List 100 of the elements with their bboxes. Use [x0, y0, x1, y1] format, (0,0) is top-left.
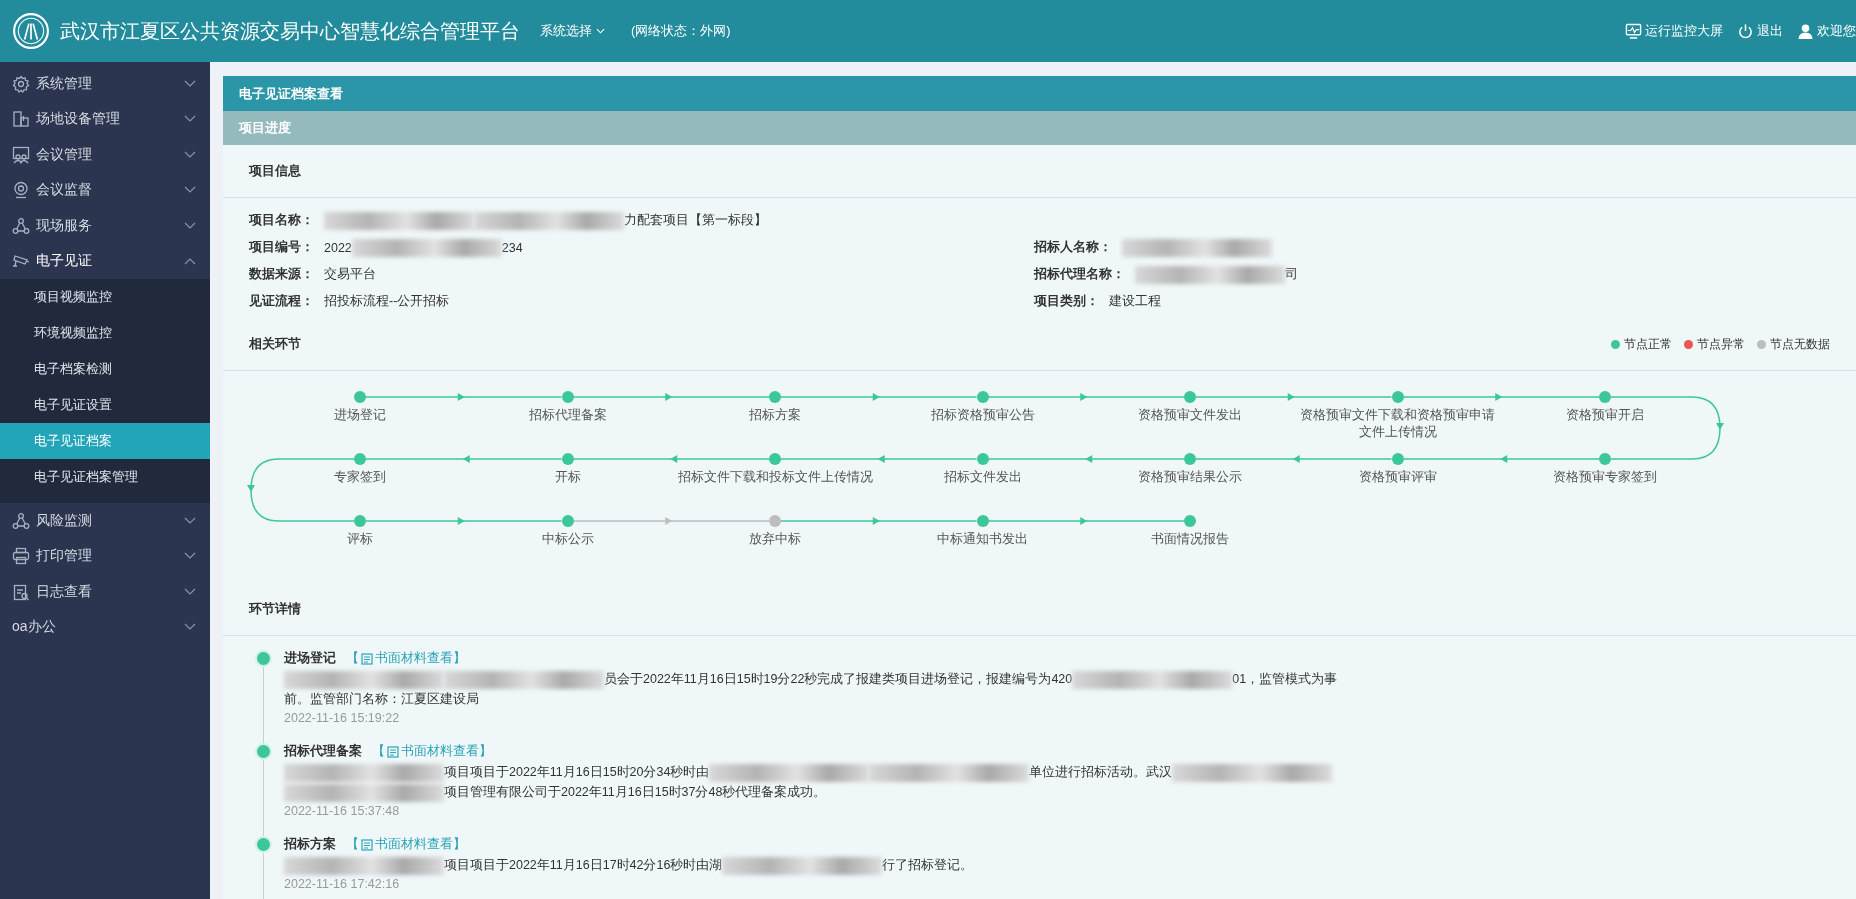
entry-text: 项目项目于2022年11月16日15时20分34秒时由 单位进行招标活动。武汉 项目管理有限公司于2022年11月16日15时37分48秒代理备案成功。 [284, 762, 1354, 802]
sidebar-item[interactable]: oa办公 [0, 609, 210, 645]
clipboard-icon [12, 582, 30, 601]
monitor-screen-button[interactable]: 运行监控大屏 [1625, 22, 1723, 40]
step-label: 招标资格预审公告 [929, 407, 1036, 424]
entry-title: 进场登记 [284, 650, 336, 667]
entry-text: 员会于2022年11月16日15时19分22秒完成了报建类项目进场登记，报建编号为420 01，监管模式为事前。监管部门名称：江夏区建设局 [284, 669, 1339, 708]
sidebar-subitem[interactable]: 电子档案检测 [0, 351, 210, 387]
sidebar-item[interactable]: 场地设备管理 [0, 101, 210, 137]
timeline-dot [257, 838, 270, 851]
user-icon [1797, 22, 1814, 40]
sidebar-item[interactable]: 风险监测 [0, 503, 210, 539]
step-label: 书面情况报告 [1150, 531, 1230, 548]
step-label: 招标代理备案 [527, 407, 608, 424]
logout-button[interactable]: 退出 [1737, 22, 1783, 40]
entry-text: 项目项目于2022年11月16日17时42分16秒时由湖 行了招标登记。 [284, 855, 1354, 875]
step-node[interactable] [561, 515, 574, 527]
field-value: 招投标流程--公开招标 [324, 293, 450, 310]
meeting-icon [12, 145, 30, 164]
step-label: 资格预审文件发出 [1137, 407, 1243, 424]
step-label: 中标公示 [540, 531, 595, 548]
step-node[interactable] [1599, 453, 1611, 465]
entry-title: 招标代理备案 [284, 743, 362, 760]
step-label: 资格预审专家签到 [1552, 469, 1658, 486]
step-node[interactable] [1184, 515, 1196, 527]
step-label: 进场登记 [333, 407, 387, 424]
section-heading: 项目信息 [249, 162, 301, 180]
step-node[interactable] [354, 391, 366, 403]
field-value: 建设工程 [1109, 293, 1161, 310]
document-icon [361, 652, 373, 665]
sidebar-subitem[interactable]: 项目视频监控 [0, 279, 210, 315]
step-node[interactable] [561, 453, 574, 465]
step-label: 评标 [346, 531, 374, 548]
step-node[interactable] [1184, 453, 1196, 465]
step-label: 招标文件发出 [942, 469, 1023, 486]
step-node[interactable] [561, 391, 574, 403]
step-label: 资格预审评审 [1357, 469, 1438, 486]
step-node[interactable] [769, 453, 781, 465]
step-node[interactable] [1391, 391, 1404, 403]
step-label: 专家签到 [333, 469, 387, 486]
field-value: 司 [1285, 266, 1298, 283]
sidebar-item[interactable]: 打印管理 [0, 538, 210, 574]
field-label: 项目名称： [249, 212, 314, 229]
section-heading: 环节详情 [249, 600, 301, 618]
sidebar-item[interactable]: 系统管理 [0, 66, 210, 102]
step-node[interactable] [354, 515, 366, 527]
legend-label: 节点正常 [1624, 335, 1672, 353]
step-label: 开标 [553, 469, 582, 486]
sidebar-item[interactable]: 电子见证 [0, 243, 210, 279]
step-node[interactable] [976, 515, 989, 527]
user-menu-button[interactable]: 欢迎您 [1797, 22, 1856, 40]
legend-label: 节点无数据 [1770, 335, 1830, 353]
sidebar-subitem[interactable]: 环境视频监控 [0, 315, 210, 351]
printer-icon [12, 547, 30, 566]
section-heading: 相关环节 [249, 335, 301, 353]
platform-title: 武汉市江夏区公共资源交易中心智慧化综合管理平台 [60, 18, 520, 44]
webcam-icon [12, 181, 30, 200]
section-title: 项目进度 [239, 119, 291, 137]
system-select-dropdown[interactable]: 系统选择 [540, 22, 605, 40]
step-node[interactable] [976, 453, 989, 465]
field-value: 交易平台 [324, 266, 376, 283]
entry-title: 招标方案 [284, 836, 336, 853]
step-node[interactable] [1184, 391, 1196, 403]
step-node[interactable] [1599, 391, 1611, 403]
sidebar-subitem[interactable]: 电子见证档案管理 [0, 459, 210, 495]
field-label: 见证流程： [249, 293, 314, 310]
legend-label: 节点异常 [1697, 335, 1745, 353]
building-icon [12, 110, 30, 129]
document-icon [361, 838, 373, 851]
sidebar-subitem[interactable]: 电子见证设置 [0, 387, 210, 423]
timeline-dot [257, 745, 270, 758]
field-value: 力配套项目【第一标段】 [624, 212, 767, 229]
monitor-icon [1625, 22, 1642, 40]
step-node[interactable] [1391, 453, 1404, 465]
page-title: 电子见证档案查看 [239, 84, 343, 103]
step-node[interactable] [976, 391, 989, 403]
field-label: 项目类别： [1034, 293, 1099, 310]
field-label: 招标代理名称： [1034, 266, 1125, 283]
step-label: 资格预审文件下载和资格预审申请文件上传情况 [1299, 407, 1496, 441]
timeline-dot [257, 652, 270, 665]
entry-date: 2022-11-16 15:37:48 [284, 804, 401, 818]
logo-icon [12, 12, 50, 50]
sidebar-item[interactable]: 现场服务 [0, 208, 210, 244]
sidebar-item[interactable]: 会议管理 [0, 137, 210, 173]
field-value: 234 [501, 240, 523, 255]
sidebar-item[interactable]: 日志查看 [0, 574, 210, 610]
step-node[interactable] [769, 515, 781, 527]
network-icon [12, 216, 30, 235]
step-node[interactable] [354, 453, 366, 465]
sidebar-item[interactable]: 会议监督 [0, 172, 210, 208]
field-label: 招标人名称： [1034, 239, 1112, 256]
field-value: 2022 [324, 240, 352, 255]
step-node[interactable] [769, 391, 781, 403]
step-label: 招标文件下载和投标文件上传情况 [676, 469, 874, 486]
step-label: 招标方案 [748, 407, 802, 424]
network-status: (网络状态：外网) [631, 22, 731, 40]
entry-date: 2022-11-16 15:19:22 [284, 711, 401, 725]
step-label: 中标通知书发出 [936, 531, 1029, 548]
power-icon [1737, 22, 1754, 40]
document-icon [387, 745, 399, 758]
